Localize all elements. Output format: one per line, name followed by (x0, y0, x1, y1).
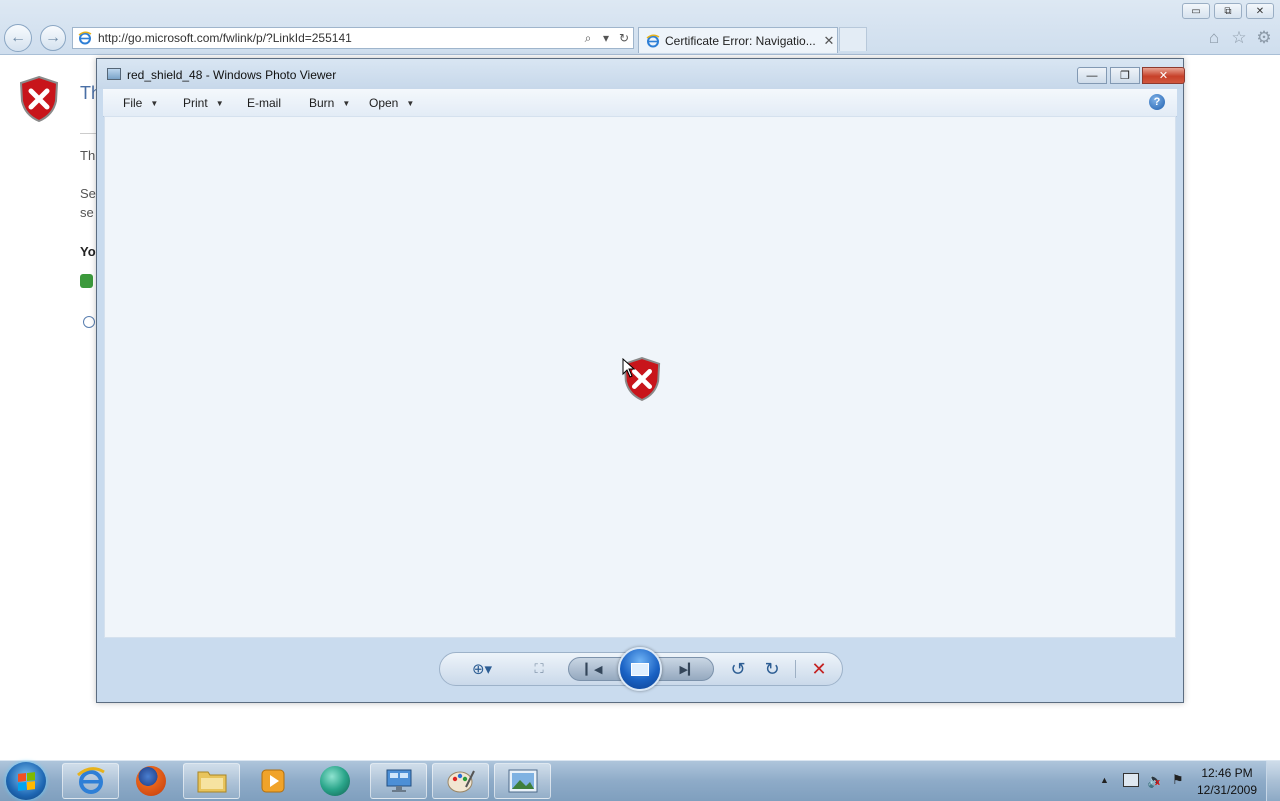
ie-tab-icon (646, 34, 660, 47)
internet-explorer-icon (76, 767, 105, 794)
network-icon[interactable] (1123, 773, 1139, 787)
slideshow-button[interactable] (618, 647, 662, 691)
show-desktop-button[interactable] (1266, 761, 1280, 801)
menu-print[interactable]: Print ▼ (183, 96, 224, 110)
more-info-expand-icon[interactable] (83, 316, 95, 328)
page-recommendation-heading: Yo (80, 244, 96, 259)
ie-page-icon (78, 31, 92, 45)
taskbar-media-player[interactable] (244, 763, 301, 799)
clock-date[interactable]: 12/31/2009 (1192, 783, 1262, 797)
show-hidden-icons[interactable]: ▲ (1100, 775, 1109, 785)
taskbar: ▲ 🔈 x ⚑ 12:46 PM 12/31/2009 (0, 760, 1280, 801)
taskbar-paint[interactable] (432, 763, 489, 799)
menu-email-label: E-mail (247, 96, 282, 110)
folder-icon (197, 771, 226, 793)
next-icon[interactable]: ▶▎ (670, 653, 706, 685)
photo-viewer-titlebar[interactable]: red_shield_48 - Windows Photo Viewer — ❐… (97, 59, 1185, 89)
photo-viewer-icon (508, 769, 537, 793)
menu-email[interactable]: E-mail (247, 96, 281, 110)
rotate-left-icon[interactable]: ↺ (724, 653, 752, 685)
page-paragraph: se (80, 205, 94, 220)
maximize-button[interactable]: ❐ (1110, 67, 1140, 84)
menu-file[interactable]: File ▼ (123, 96, 158, 110)
photo-viewer-window: red_shield_48 - Windows Photo Viewer — ❐… (96, 58, 1185, 703)
taskbar-photo-viewer[interactable] (494, 763, 551, 799)
back-arrow-icon: ← (10, 29, 26, 46)
menu-burn[interactable]: Burn ▼ (309, 96, 350, 110)
tab-close-icon[interactable]: ✕ (821, 33, 837, 49)
browser-close-button[interactable]: ✕ (1246, 3, 1274, 19)
menu-open[interactable]: Open ▼ (369, 96, 414, 110)
clock-time[interactable]: 12:46 PM (1192, 766, 1262, 780)
green-shield-icon (80, 274, 93, 288)
controls-divider (795, 660, 796, 678)
menu-burn-label: Burn (309, 96, 335, 110)
app-icon (319, 766, 350, 796)
delete-icon[interactable]: ✕ (804, 653, 834, 685)
window-title: red_shield_48 - Windows Photo Viewer (127, 68, 337, 82)
search-icon[interactable]: ⌕ (579, 31, 597, 46)
chevron-down-icon: ▼ (215, 99, 224, 108)
photo-viewer-controls: ⊕▾ ⛶ ▎◀ ▶▎ ↺ ↻ ✕ (439, 647, 843, 691)
tab-title: Certificate Error: Navigatio... (665, 33, 816, 48)
rotate-right-icon[interactable]: ↻ (758, 653, 786, 685)
minimize-button[interactable]: — (1077, 67, 1107, 84)
actual-size-icon[interactable]: ⛶ (524, 653, 554, 685)
menu-file-label: File (123, 96, 143, 110)
menu-open-label: Open (369, 96, 399, 110)
address-bar[interactable]: http://go.microsoft.com/fwlink/p/?LinkId… (72, 27, 634, 49)
tools-gear-icon[interactable]: ⚙ (1254, 28, 1274, 48)
forward-arrow-icon: → (45, 29, 61, 46)
browser-minimize-button[interactable]: ▭ (1182, 3, 1210, 19)
paint-palette-icon (447, 770, 475, 793)
taskbar-firefox[interactable] (122, 763, 179, 799)
chevron-down-icon: ▼ (150, 99, 159, 108)
browser-restore-button[interactable]: ⧉ (1214, 3, 1242, 19)
chevron-down-icon: ▼ (342, 99, 351, 108)
browser-chrome: ▭ ⧉ ✕ ← → http://go.microsoft.com/fwlink… (0, 0, 1280, 55)
menu-print-label: Print (183, 96, 208, 110)
taskbar-app[interactable] (306, 763, 363, 799)
page-paragraph: Th (80, 148, 96, 163)
monitor-icon (386, 769, 411, 792)
mouse-cursor-icon (622, 358, 636, 378)
dropdown-caret-icon[interactable]: ▾ (597, 31, 615, 45)
media-player-icon (261, 769, 284, 793)
forward-button[interactable]: → (40, 25, 66, 51)
back-button[interactable]: ← (4, 24, 32, 52)
windows-logo-icon (17, 771, 35, 791)
slideshow-icon (631, 662, 649, 676)
favorites-star-icon[interactable]: ☆ (1229, 28, 1249, 48)
taskbar-remote-desktop[interactable] (370, 763, 427, 799)
photo-canvas[interactable] (104, 116, 1176, 638)
help-icon[interactable]: ? (1149, 94, 1165, 110)
previous-icon[interactable]: ▎◀ (576, 653, 612, 685)
zoom-icon[interactable]: ⊕▾ (464, 653, 500, 685)
action-center-flag-icon[interactable]: ⚑ (1172, 772, 1184, 788)
taskbar-internet-explorer[interactable] (62, 763, 119, 799)
home-icon[interactable]: ⌂ (1204, 28, 1224, 48)
close-button[interactable]: ✕ (1142, 67, 1185, 84)
address-url[interactable]: http://go.microsoft.com/fwlink/p/?LinkId… (98, 31, 579, 45)
page-paragraph: Se (80, 186, 96, 201)
browser-tab[interactable]: Certificate Error: Navigatio... ✕ (638, 27, 838, 53)
red-shield-icon (19, 75, 59, 123)
refresh-icon[interactable]: ↻ (615, 31, 633, 45)
firefox-icon (135, 766, 166, 796)
photo-viewer-app-icon (107, 68, 121, 80)
photo-viewer-menubar: File ▼ Print ▼ E-mail Burn ▼ Open ▼ ? (103, 89, 1177, 117)
taskbar-windows-explorer[interactable] (183, 763, 240, 799)
chevron-down-icon: ▼ (406, 99, 415, 108)
muted-icon: x (1155, 777, 1161, 787)
start-button[interactable] (6, 762, 46, 800)
new-tab-button[interactable] (839, 27, 867, 51)
